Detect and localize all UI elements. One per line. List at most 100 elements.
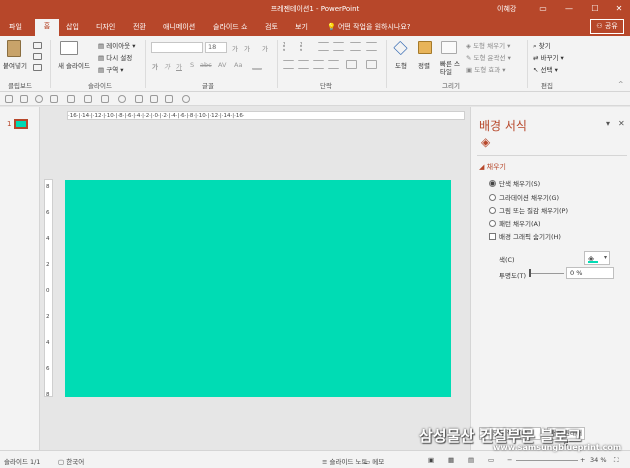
font-size-field[interactable]: 18 (205, 42, 227, 53)
numbering-icon[interactable] (300, 42, 311, 51)
strikethrough-icon[interactable]: abc (200, 61, 212, 69)
fill-section-header[interactable]: ◢ 채우기 (479, 162, 506, 172)
bullets-icon[interactable] (283, 42, 294, 51)
notes-button[interactable]: ≡ 슬라이드 노트 (322, 456, 367, 466)
sorter-view-icon[interactable]: ▦ (448, 456, 454, 464)
draw-tool-icon[interactable] (50, 95, 58, 103)
columns-icon[interactable] (346, 60, 357, 69)
tab-file[interactable]: 파일 (9, 21, 22, 36)
replace-button[interactable]: ⇄ 바꾸기 ▾ (533, 52, 564, 62)
align-text-icon[interactable] (366, 60, 377, 69)
tab-review[interactable]: 검토 (265, 21, 278, 36)
align-right-icon[interactable] (313, 60, 324, 69)
radio-pattern-fill[interactable]: 패턴 채우기(A) (489, 218, 541, 228)
comments-button[interactable]: ▭ 메모 (364, 456, 384, 466)
font-color-icon[interactable] (252, 62, 262, 70)
decrease-indent-icon[interactable] (318, 42, 329, 51)
tab-insert[interactable]: 삽입 (66, 21, 79, 36)
pane-options-icon[interactable]: ▾ (606, 119, 610, 128)
reset-button[interactable]: ▤ 다시 설정 (98, 52, 132, 62)
tab-design[interactable]: 디자인 (96, 21, 115, 36)
close-button[interactable]: ✕ (612, 2, 626, 15)
shape-outline-button[interactable]: ✎ 도형 윤곽선 ▾ (466, 52, 511, 62)
tab-view[interactable]: 보기 (295, 21, 308, 36)
shape-fill-button[interactable]: ◈ 도형 채우기 ▾ (466, 40, 510, 50)
select-button[interactable]: ↖ 선택 ▾ (533, 64, 558, 74)
zoom-out-icon[interactable]: − (507, 456, 512, 464)
user-name[interactable]: 이혜강 (497, 4, 516, 14)
minimize-button[interactable]: — (562, 2, 576, 15)
shadow-icon[interactable]: S (190, 61, 194, 69)
copy-icon[interactable] (33, 53, 42, 60)
quick-styles-button[interactable]: 빠른 스타일 (440, 60, 462, 76)
draw-tool-icon[interactable] (165, 95, 173, 103)
close-icon[interactable]: ✕ (618, 119, 625, 128)
line-spacing-icon[interactable] (350, 42, 361, 51)
slide-canvas[interactable] (65, 180, 451, 397)
cut-icon[interactable] (33, 42, 42, 49)
draw-tool-icon[interactable] (101, 95, 109, 103)
underline-icon[interactable]: 가 (176, 61, 182, 71)
section-button[interactable]: ▤ 구역 ▾ (98, 64, 124, 74)
tab-home[interactable]: 홈 (35, 19, 59, 36)
ribbon-display-button[interactable]: ▭ (536, 2, 550, 15)
paint-bucket-icon[interactable]: ◈ (481, 135, 490, 149)
hide-background-checkbox[interactable]: 배경 그래픽 숨기기(H) (489, 231, 561, 241)
tab-animations[interactable]: 애니메이션 (163, 21, 195, 36)
collapse-ribbon-icon[interactable]: ^ (618, 80, 623, 88)
slide-thumbnail[interactable] (14, 119, 28, 129)
color-picker-button[interactable]: ◈ ▾ (584, 251, 610, 265)
fit-slide-icon[interactable]: ⛶ (614, 456, 619, 465)
clear-format-icon[interactable]: 가 (262, 43, 268, 53)
language-indicator[interactable]: ▢ 한국어 (58, 456, 84, 466)
zoom-in-icon[interactable]: + (580, 456, 585, 464)
radio-gradient-fill[interactable]: 그라데이션 채우기(G) (489, 192, 559, 202)
font-name-field[interactable] (151, 42, 203, 53)
radio-solid-fill[interactable]: 단색 채우기(S) (489, 178, 540, 188)
italic-icon[interactable]: 가 (164, 61, 170, 71)
normal-view-icon[interactable]: ▣ (428, 456, 434, 464)
radio-picture-fill[interactable]: 그림 또는 질감 채우기(P) (489, 205, 568, 215)
draw-tool-icon[interactable] (35, 95, 43, 103)
share-button[interactable]: ⚇ 공유 (590, 19, 624, 34)
draw-tool-icon[interactable] (118, 95, 126, 103)
text-direction-icon[interactable] (366, 42, 377, 51)
slideshow-view-icon[interactable]: ▭ (488, 456, 494, 464)
maximize-button[interactable]: ☐ (588, 2, 602, 15)
reading-view-icon[interactable]: ▤ (468, 456, 474, 464)
new-slide-button[interactable]: 새 슬라이드 (58, 60, 90, 70)
paste-button[interactable]: 붙여넣기 (3, 60, 27, 70)
tab-slideshow[interactable]: 슬라이드 쇼 (213, 21, 247, 36)
align-center-icon[interactable] (298, 60, 309, 69)
tell-me-search[interactable]: 💡 어떤 작업을 원하시나요? (327, 22, 411, 32)
draw-tool-icon[interactable] (84, 95, 92, 103)
grow-font-icon[interactable]: 가 (232, 43, 238, 53)
find-button[interactable]: ⌕ 찾기 (533, 40, 551, 51)
change-case-icon[interactable]: Aa (234, 61, 242, 69)
increase-indent-icon[interactable] (333, 42, 344, 51)
draw-tool-icon[interactable] (67, 95, 75, 103)
paste-icon[interactable] (7, 40, 21, 57)
new-slide-icon[interactable] (60, 41, 78, 55)
tab-transitions[interactable]: 전환 (133, 21, 146, 36)
arrange-icon[interactable] (418, 41, 432, 54)
slider-handle[interactable] (529, 269, 531, 277)
bold-icon[interactable]: 가 (152, 61, 158, 71)
draw-tool-icon[interactable] (20, 95, 28, 103)
draw-tool-icon[interactable] (182, 95, 190, 103)
transparency-input[interactable]: 0 % (566, 267, 614, 279)
quick-styles-icon[interactable] (441, 41, 457, 54)
draw-tool-icon[interactable] (5, 95, 13, 103)
align-left-icon[interactable] (283, 60, 294, 69)
transparency-slider[interactable] (529, 273, 564, 274)
arrange-button[interactable]: 정렬 (418, 60, 430, 70)
char-spacing-icon[interactable]: AV (218, 61, 226, 69)
shape-effects-button[interactable]: ▣ 도형 효과 ▾ (466, 64, 506, 74)
layout-button[interactable]: ▤ 레이아웃 ▾ (98, 40, 136, 50)
format-painter-icon[interactable] (33, 64, 42, 71)
draw-tool-icon[interactable] (150, 95, 158, 103)
shapes-icon[interactable] (393, 40, 408, 56)
draw-tool-icon[interactable] (135, 95, 143, 103)
shapes-button[interactable]: 도형 (395, 60, 407, 70)
zoom-level[interactable]: 34 % (590, 456, 607, 464)
